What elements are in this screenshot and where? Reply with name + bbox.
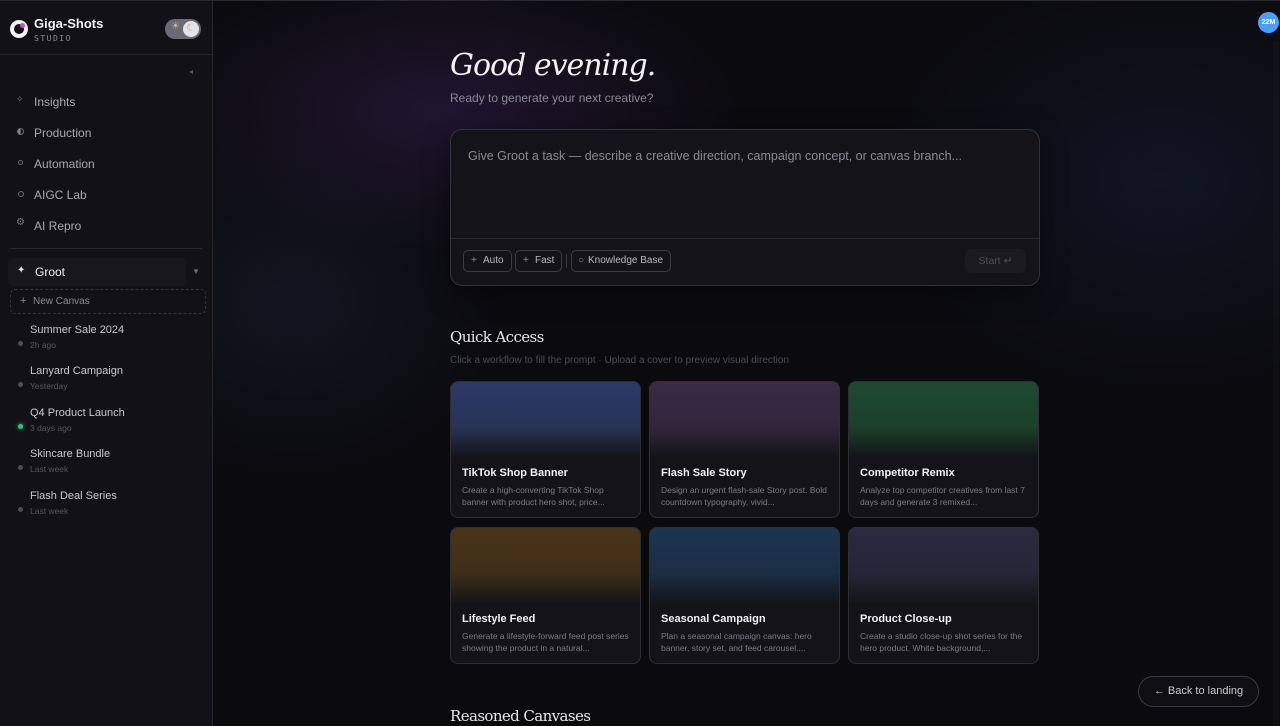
card-description: Generate a lifestyle-forward feed post s… (462, 631, 629, 653)
card-description: Create a high-converting TikTok Shop ban… (462, 485, 605, 507)
sidebar-item-label: AIGC Lab (34, 188, 87, 202)
sidebar-item-insights[interactable]: ✧ Insights (10, 89, 202, 117)
plus-icon: + (523, 255, 529, 266)
circle-icon: ○ (578, 255, 585, 266)
card-description: Analyze top competitor creatives from la… (860, 485, 1025, 507)
card-title: TikTok Shop Banner (462, 467, 568, 479)
card-title: Product Close-up (860, 613, 952, 625)
canvas-title: Skincare Bundle (30, 448, 111, 460)
workflow-card[interactable]: Lifestyle Feed Generate a lifestyle-forw… (450, 527, 641, 664)
card-description: Design an urgent flash-sale Story post. … (661, 485, 827, 507)
logo-icon[interactable] (10, 20, 28, 38)
avatar[interactable]: 22M (1258, 12, 1279, 33)
sidebar-item-label: Production (34, 126, 92, 140)
card-title: Lifestyle Feed (462, 613, 536, 625)
sidebar-item-production[interactable]: Production (10, 120, 202, 148)
quick-access-title: Quick Access (450, 328, 544, 346)
canvas-time: 3 days ago (30, 423, 72, 433)
card-cover[interactable] (650, 382, 839, 457)
status-dot (18, 382, 23, 387)
half-circle-icon (17, 128, 24, 135)
sidebar-item-label: Automation (34, 157, 95, 171)
reasoned-canvases-title: Reasoned Canvases (450, 707, 591, 725)
sidebar-item-label: AI Repro (34, 219, 82, 233)
canvas-title: Summer Sale 2024 (30, 324, 125, 336)
canvas-list-item[interactable]: Summer Sale 2024 2h ago (10, 324, 202, 360)
card-description: Create a studio close-up shot series for… (860, 631, 1023, 653)
card-cover[interactable] (849, 382, 1038, 457)
workflow-card[interactable]: Product Close-up Create a studio close-u… (848, 527, 1039, 664)
back-to-landing-button[interactable]: ← Back to landing (1138, 676, 1259, 707)
card-cover[interactable] (650, 528, 839, 603)
plus-icon: + (20, 295, 27, 307)
chip-label: Knowledge Base (588, 255, 664, 266)
prompt-divider (451, 238, 1039, 239)
prompt-input[interactable] (451, 130, 1039, 238)
chip-label: Fast (535, 255, 555, 266)
chip-divider (566, 254, 567, 268)
moon-icon: ☾ (183, 21, 199, 37)
card-description: Plan a seasonal campaign canvas: hero ba… (661, 631, 812, 653)
workflow-card[interactable]: Flash Sale Story Design an urgent flash-… (649, 381, 840, 518)
sparkle-icon: ✦ (17, 265, 26, 276)
card-title: Competitor Remix (860, 467, 955, 479)
new-canvas-button[interactable]: + New Canvas (10, 289, 206, 314)
canvas-time: 2h ago (30, 340, 56, 350)
scrollbar[interactable] (1273, 41, 1279, 726)
workflow-card[interactable]: Seasonal Campaign Plan a seasonal campai… (649, 527, 840, 664)
workflow-card[interactable]: TikTok Shop Banner Create a high-convert… (450, 381, 641, 518)
knowledge-base-chip[interactable]: ○ Knowledge Base (571, 250, 672, 272)
circle-icon (18, 191, 24, 197)
start-button[interactable]: Start ↵ (965, 249, 1026, 273)
plus-icon: + (471, 255, 477, 266)
canvas-time: Last week (30, 464, 69, 474)
card-cover[interactable] (451, 382, 640, 457)
mode-fast-chip[interactable]: + Fast (515, 250, 563, 272)
brand-name: Giga-Shots (34, 16, 104, 31)
sidebar-item-ai-repro[interactable]: ⚙ AI Repro (10, 213, 202, 241)
canvas-time: Yesterday (30, 381, 68, 391)
quick-access-subtitle: Click a workflow to fill the prompt · Up… (450, 355, 790, 366)
groot-section[interactable]: ✦ Groot (8, 258, 186, 286)
gear-icon: ⚙ (16, 217, 25, 228)
brand-subtitle: STUDIO (34, 34, 72, 43)
workflow-card[interactable]: Competitor Remix Analyze top competitor … (848, 381, 1039, 518)
canvas-title: Q4 Product Launch (30, 407, 125, 419)
canvas-time: Last week (30, 506, 69, 516)
greeting-title: Good evening. (450, 48, 656, 83)
card-cover[interactable] (451, 528, 640, 603)
sparkle-icon: ✧ (16, 94, 24, 104)
sun-icon: ☀ (171, 21, 180, 32)
canvas-list-item[interactable]: Skincare Bundle Last week (10, 448, 202, 484)
greeting-subtitle: Ready to generate your next creative? (450, 91, 654, 105)
canvas-list-item[interactable]: Q4 Product Launch 3 days ago (10, 407, 202, 443)
canvas-list-item[interactable]: Lanyard Campaign Yesterday (10, 365, 202, 401)
new-canvas-label: New Canvas (33, 296, 90, 307)
status-dot (18, 507, 23, 512)
chip-label: Auto (483, 255, 504, 266)
collapse-sidebar-icon[interactable]: ◂ (189, 67, 193, 76)
sidebar-divider (10, 248, 202, 249)
sidebar-item-label: Insights (34, 95, 76, 109)
status-dot (18, 465, 23, 470)
card-cover[interactable] (849, 528, 1038, 603)
sidebar-item-automation[interactable]: Automation (10, 151, 202, 179)
theme-toggle[interactable]: ☀ ☾ (165, 19, 201, 39)
canvas-list-item[interactable]: Flash Deal Series Last week (10, 490, 202, 526)
card-title: Flash Sale Story (661, 467, 747, 479)
card-title: Seasonal Campaign (661, 613, 766, 625)
groot-label: Groot (35, 265, 66, 279)
status-dot (18, 424, 23, 429)
mode-auto-chip[interactable]: + Auto (463, 250, 512, 272)
status-dot (18, 341, 23, 346)
circle-icon (18, 160, 23, 165)
chevron-down-icon[interactable]: ▼ (192, 267, 200, 276)
prompt-panel: + Auto + Fast ○ Knowledge Base Start ↵ (450, 129, 1040, 286)
canvas-title: Flash Deal Series (30, 490, 117, 502)
sidebar: Giga-Shots STUDIO ☀ ☾ ◂ ✧ Insights Produ… (0, 1, 213, 726)
brand-header: Giga-Shots STUDIO ☀ ☾ (0, 1, 212, 55)
sidebar-item-aigc-lab[interactable]: AIGC Lab (10, 182, 202, 210)
canvas-title: Lanyard Campaign (30, 365, 123, 377)
